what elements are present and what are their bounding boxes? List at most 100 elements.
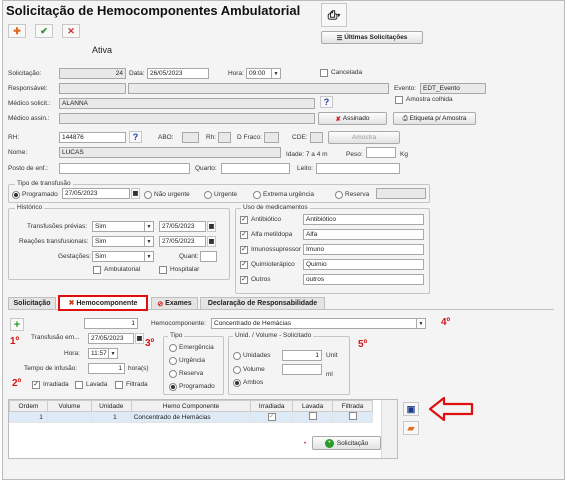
medico-assinante-field[interactable]	[59, 113, 315, 124]
gestacoes-select[interactable]: Sim ▼	[92, 251, 154, 262]
hospitalar-checkbox[interactable]	[159, 266, 167, 274]
med-checkbox[interactable]: ✓	[240, 216, 248, 224]
col-filtrada[interactable]: Filtrada	[332, 400, 373, 412]
transfusao-em-date[interactable]: 27/05/2023	[88, 333, 134, 344]
d-fraco-field[interactable]	[264, 132, 279, 143]
filtrada-cell-checkbox[interactable]	[348, 412, 357, 420]
radio-urgencia[interactable]	[169, 357, 177, 365]
med-value-field[interactable]: Imuno	[303, 244, 424, 255]
data-field[interactable]: 26/05/2023	[147, 68, 209, 79]
assinado-button[interactable]: ✘ Assinado	[318, 112, 387, 125]
filtrada-checkbox[interactable]	[115, 381, 123, 389]
unidades-label: Unidades	[243, 352, 271, 359]
lavada-checkbox[interactable]	[75, 381, 83, 389]
med-value-field[interactable]: Alfa	[303, 229, 424, 240]
med-checkbox[interactable]: ✓	[240, 276, 248, 284]
solicitacao-submit-button[interactable]: + Solicitação	[312, 436, 381, 450]
help-icon[interactable]: ?	[129, 131, 142, 143]
cancel-icon[interactable]: ✕	[62, 24, 80, 38]
leito-field[interactable]	[316, 163, 400, 174]
new-icon[interactable]: ✚	[8, 24, 26, 38]
tipo-date-field[interactable]: 27/05/2023	[62, 188, 130, 199]
radio-reserva-hemo[interactable]	[169, 370, 177, 378]
radio-reserva[interactable]	[335, 191, 343, 199]
tab-exames[interactable]: ⊘ Exames	[151, 297, 198, 309]
lavada-cell-checkbox[interactable]	[308, 412, 317, 420]
radio-programado[interactable]	[12, 191, 20, 199]
transfusoes-previas-date[interactable]: 27/05/2023	[159, 221, 206, 232]
quarto-field[interactable]	[221, 163, 290, 174]
abo-field[interactable]	[182, 132, 199, 143]
evento-field[interactable]: EDT_Evento	[420, 83, 486, 94]
etiqueta-button[interactable]: ⎙ Etiqueta p/ Amostra	[393, 112, 476, 125]
table-row[interactable]: 1 1 Concentrado de Hemácias ✓	[9, 411, 373, 423]
posto-field[interactable]	[59, 163, 190, 174]
tab-declaracao[interactable]: Declaração de Responsabilidade	[200, 297, 325, 309]
cde-field[interactable]	[310, 132, 323, 143]
col-hemo-componente[interactable]: Hemo Componente	[130, 400, 252, 412]
radio-urgente[interactable]	[204, 191, 212, 199]
ambos-label: Ambos	[243, 379, 264, 386]
medico-solicitante-field[interactable]: ALANNA	[59, 98, 315, 109]
nome-field[interactable]: LUCAS	[59, 147, 281, 158]
tab-hemocomponente[interactable]: ✖ Hemocomponente	[58, 295, 148, 311]
rh-fator-field[interactable]	[218, 132, 231, 143]
med-value-field[interactable]: outros	[303, 274, 424, 285]
rh-field[interactable]: 144876	[59, 132, 126, 143]
solicitacao-field[interactable]: 24	[59, 68, 126, 79]
irradiada-checkbox[interactable]: ✓	[32, 381, 40, 389]
print-button[interactable]: ⎙ ▾	[321, 3, 347, 27]
reserva-field[interactable]	[376, 188, 426, 199]
cancelada-checkbox[interactable]	[320, 69, 328, 77]
table-scrollbar[interactable]	[381, 400, 397, 458]
hora-field[interactable]: 09:00 ▼	[246, 68, 281, 79]
col-unidade[interactable]: Unidade	[90, 400, 132, 412]
med-checkbox[interactable]: ✓	[240, 246, 248, 254]
calendar-icon[interactable]: ▦	[207, 221, 216, 232]
med-checkbox[interactable]: ✓	[240, 231, 248, 239]
quantity-field[interactable]: 1	[84, 318, 138, 329]
radio-emergencia[interactable]	[169, 344, 177, 352]
ultimas-solicitacoes-button[interactable]: ☰ Últimas Solicitações	[321, 31, 423, 44]
help-icon[interactable]: ?	[320, 96, 333, 108]
peso-field[interactable]	[366, 147, 396, 158]
radio-extrema-urgencia[interactable]	[253, 191, 261, 199]
calendar-icon[interactable]: ▦	[135, 333, 144, 344]
med-checkbox[interactable]: ✓	[240, 261, 248, 269]
col-irradiada[interactable]: Irradiada	[250, 400, 294, 412]
amostra-colhida-checkbox[interactable]	[395, 96, 403, 104]
amostra-button[interactable]: Amostra	[328, 131, 400, 144]
ambulatorial-checkbox[interactable]	[93, 266, 101, 274]
calendar-icon[interactable]: ▦	[131, 188, 140, 199]
radio-unidades[interactable]	[233, 352, 241, 360]
med-value-field[interactable]: Antibiótico	[303, 214, 424, 225]
col-volume[interactable]: Volume	[46, 400, 92, 412]
add-icon[interactable]: +	[10, 318, 24, 331]
responsavel-code-field[interactable]	[59, 83, 126, 94]
evento-label: Evento:	[394, 85, 417, 92]
col-ordem[interactable]: Ordem	[9, 400, 48, 412]
tab-solicitacao[interactable]: Solicitação	[8, 297, 56, 309]
quant-field[interactable]	[200, 251, 217, 262]
hemocomponente-select[interactable]: Concentrado de Hemácias ▼	[211, 318, 426, 329]
col-lavada[interactable]: Lavada	[292, 400, 334, 412]
radio-nao-urgente[interactable]	[144, 191, 152, 199]
transfusoes-previas-select[interactable]: Sim ▼	[92, 221, 154, 232]
calendar-icon[interactable]: ▦	[207, 236, 216, 247]
volume-field[interactable]	[282, 364, 322, 375]
radio-programado-hemo[interactable]	[169, 383, 177, 391]
tempo-infusao-field[interactable]: 1	[88, 363, 125, 374]
hora-label: Hora:	[64, 350, 80, 357]
med-value-field[interactable]: Quimio	[303, 259, 424, 270]
radio-ambos[interactable]	[233, 379, 241, 387]
reacoes-select[interactable]: Sim ▼	[92, 236, 154, 247]
reacoes-date[interactable]: 27/05/2023	[159, 236, 206, 247]
responsavel-name-field[interactable]	[128, 83, 389, 94]
eraser-icon[interactable]: ▰	[403, 421, 419, 435]
irradiada-cell-checkbox[interactable]: ✓	[267, 413, 276, 421]
hora-select[interactable]: 11:57 ▼	[88, 348, 118, 359]
unidades-field[interactable]: 1	[282, 350, 322, 361]
save-disk-icon[interactable]: ▣	[403, 402, 419, 416]
radio-volume[interactable]	[233, 366, 241, 374]
save-check-icon[interactable]: ✔	[35, 24, 53, 38]
